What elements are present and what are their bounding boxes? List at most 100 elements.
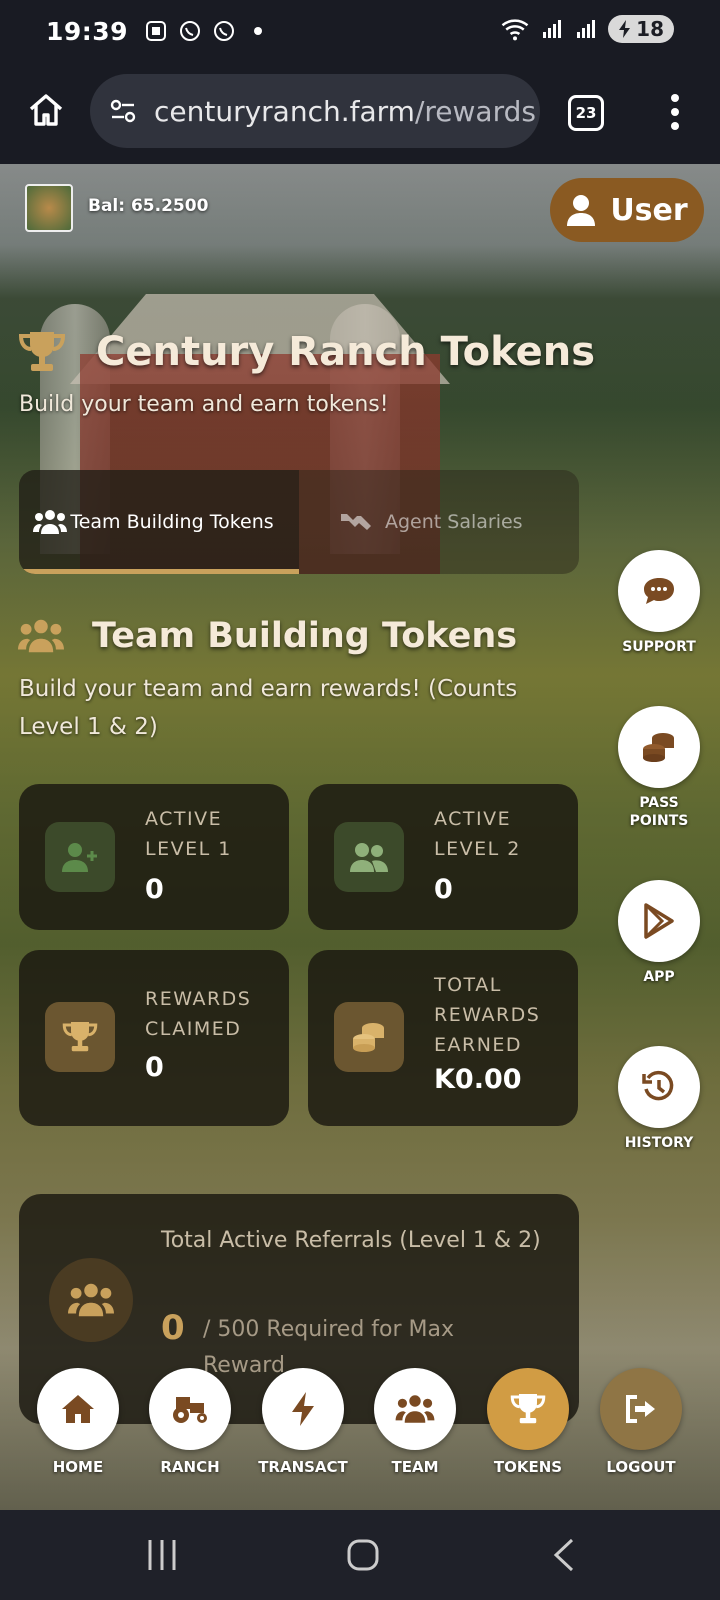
status-time: 19:39	[46, 16, 129, 46]
section-title: Team Building Tokens	[92, 616, 518, 656]
side-circle[interactable]	[618, 550, 700, 632]
users-icon	[18, 619, 64, 653]
referrals-title: Total Active Referrals (Level 1 & 2)	[161, 1228, 541, 1253]
browser-menu-icon[interactable]	[665, 92, 685, 132]
trophy-icon	[62, 1022, 98, 1052]
page-subtitle: Build your team and earn tokens!	[19, 392, 389, 417]
handshake-icon	[341, 514, 371, 530]
tab-label: Team Building Tokens	[70, 511, 274, 533]
nav-circle[interactable]	[262, 1368, 344, 1450]
battery-charging-icon	[619, 20, 631, 38]
side-button-label: HISTORY	[624, 1135, 694, 1151]
referrals-icon-circle	[49, 1258, 133, 1342]
stat-label: TOTAL REWARDS EARNED	[434, 974, 541, 1056]
browser-home-icon[interactable]	[26, 90, 66, 130]
support-button[interactable]: SUPPORT	[618, 550, 700, 656]
side-circle[interactable]	[618, 880, 700, 962]
tab-count: 23	[575, 104, 597, 122]
side-button-label: PASS POINTS	[629, 795, 689, 829]
ranch-logo[interactable]	[25, 184, 73, 232]
stat-value: 0	[145, 874, 164, 905]
stat-value: 0	[145, 1052, 164, 1083]
system-navigation-bar	[0, 1510, 720, 1600]
users-icon	[68, 1283, 114, 1317]
pass-points-button[interactable]: PASS POINTS	[618, 706, 700, 830]
page-title-row: Century Ranch Tokens	[18, 329, 595, 375]
trophy-icon	[510, 1394, 546, 1424]
tractor-icon	[173, 1397, 207, 1423]
stat-icon-box	[334, 822, 404, 892]
side-button-label: APP	[643, 969, 675, 985]
nav-logout[interactable]: LOGOUT	[586, 1368, 696, 1476]
stat-card-total-rewards-earned: TOTAL REWARDS EARNED K0.00	[308, 950, 578, 1126]
nav-label: TOKENS	[493, 1458, 563, 1476]
user-button-label: User	[610, 192, 688, 228]
page-title: Century Ranch Tokens	[96, 329, 596, 375]
signal-icon	[543, 20, 562, 38]
user-icon	[567, 195, 596, 226]
side-circle[interactable]	[618, 1046, 700, 1128]
tab-switcher-button[interactable]: 23	[568, 95, 604, 131]
wifi-icon	[501, 19, 529, 41]
home-nav-icon[interactable]	[346, 1538, 380, 1572]
nav-ranch[interactable]: RANCH	[135, 1368, 245, 1476]
tab-agent-salaries[interactable]: Agent Salaries	[339, 470, 579, 574]
nav-home[interactable]: HOME	[23, 1368, 133, 1476]
users-icon	[350, 843, 388, 872]
url-domain: centuryranch.farm	[154, 94, 415, 128]
nav-label: HOME	[52, 1458, 104, 1476]
battery-indicator: 18	[608, 15, 674, 43]
nav-circle[interactable]	[149, 1368, 231, 1450]
stat-icon-box	[45, 1002, 115, 1072]
home-icon	[62, 1395, 94, 1423]
tab-label: Agent Salaries	[385, 511, 523, 533]
users-icon	[33, 510, 67, 534]
dot-icon	[254, 27, 263, 35]
logout-icon	[626, 1395, 655, 1423]
nav-circle[interactable]	[374, 1368, 456, 1450]
app-header: Bal: 65.2500 User	[0, 164, 720, 254]
app-button[interactable]: APP	[618, 880, 700, 986]
stat-card-rewards-claimed: REWARDS CLAIMED 0	[19, 950, 289, 1126]
side-button-label: SUPPORT	[622, 639, 696, 655]
recent-apps-icon[interactable]	[146, 1538, 178, 1572]
coins-icon	[643, 733, 674, 762]
token-tabs: Team Building Tokens Agent Salaries	[19, 470, 579, 574]
stat-card-active-level-1: ACTIVE LEVEL 1 0	[19, 784, 289, 930]
site-settings-icon[interactable]	[108, 96, 138, 126]
signal-icon	[577, 20, 596, 38]
nav-circle[interactable]	[37, 1368, 119, 1450]
url-text[interactable]: centuryranch.farm/rewards	[154, 95, 536, 128]
whatsapp-icon	[214, 21, 235, 41]
user-button[interactable]: User	[550, 178, 704, 242]
screenshot-icon	[146, 21, 167, 41]
nav-label: TEAM	[391, 1458, 439, 1476]
battery-level: 18	[636, 17, 664, 41]
stat-label: ACTIVE LEVEL 2	[434, 808, 521, 860]
nav-team[interactable]: TEAM	[360, 1368, 470, 1476]
system-status: 18	[500, 14, 674, 44]
nav-label: RANCH	[160, 1458, 220, 1476]
stat-icon-box	[334, 1002, 404, 1072]
stat-value: K0.00	[434, 1064, 522, 1095]
history-button[interactable]: HISTORY	[618, 1046, 700, 1152]
side-circle[interactable]	[618, 706, 700, 788]
stat-label: REWARDS CLAIMED	[145, 988, 252, 1040]
chat-icon	[644, 578, 674, 604]
rewards-page: Bal: 65.2500 User Century Ranch Tokens B…	[0, 164, 720, 1510]
nav-transact[interactable]: TRANSACT	[248, 1368, 358, 1476]
nav-label: TRANSACT	[258, 1458, 348, 1476]
nav-circle[interactable]	[487, 1368, 569, 1450]
stat-label: ACTIVE LEVEL 1	[145, 808, 232, 860]
tab-team-building-tokens[interactable]: Team Building Tokens	[19, 470, 299, 574]
nav-circle[interactable]	[600, 1368, 682, 1450]
address-bar[interactable]: centuryranch.farm/rewards	[90, 74, 540, 148]
back-icon[interactable]	[550, 1538, 576, 1572]
balance-display: Bal: 65.2500	[88, 196, 209, 216]
bolt-icon	[292, 1392, 314, 1426]
section-title-row: Team Building Tokens	[18, 616, 517, 656]
nav-tokens[interactable]: TOKENS	[473, 1368, 583, 1476]
nav-label: LOGOUT	[606, 1458, 676, 1476]
section-subtitle: Build your team and earn rewards! (Count…	[19, 676, 518, 740]
referrals-count: 0	[161, 1308, 185, 1348]
